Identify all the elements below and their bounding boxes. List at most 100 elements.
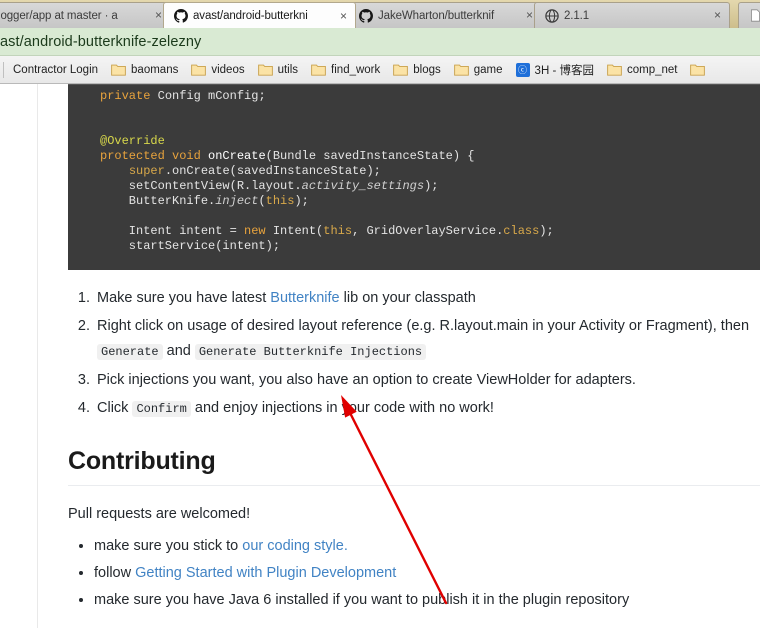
inline-code: Confirm [132,401,191,417]
tab-close-icon[interactable]: × [336,9,351,24]
code-token: class [503,224,540,238]
code-token: ButterKnife. [100,194,216,208]
inline-text: Make sure you have latest [97,290,271,306]
page-left-rail [37,84,38,628]
tab-title: avast/android-butterkni [193,10,308,22]
folder-icon [111,63,126,76]
bookmark-item-4[interactable]: utils [252,59,304,81]
bookmark-label: videos [211,63,245,76]
browser-tab-5[interactable] [738,2,760,28]
inline-text: Click [97,400,133,416]
code-token: this [323,224,353,238]
bookmark-item-8[interactable]: ⓒ 3H - 博客园 [510,59,600,81]
bookmark-item-10[interactable] [684,59,716,81]
code-token: Intent( [265,224,324,238]
address-url-text[interactable]: ast/android-butterknife-zelezny [0,34,201,50]
bookmark-label: 3H - 博客园 [534,64,594,77]
code-token: setContentView(R.layout. [100,179,302,193]
usage-steps-list: Make sure you have latest Butterknife li… [68,270,760,422]
browser-tab-3[interactable]: JakeWharton/butterknif × [348,2,542,28]
bookmark-item-3[interactable]: videos [185,59,250,81]
contributing-bullet-1: make sure you stick to our coding style. [94,533,760,560]
code-token: .onCreate(savedInstanceState); [164,164,381,178]
bookmark-label: baomans [131,63,179,76]
bookmark-label: find_work [331,63,381,76]
inline-text: then [720,318,750,334]
inline-text: follow [94,565,136,581]
bookmark-item-6[interactable]: blogs [387,59,447,81]
code-line: private Config mConfig; [68,89,760,104]
code-token: ); [424,179,439,193]
code-token: Config mConfig; [150,89,266,103]
code-token: ); [539,224,554,238]
bookmark-item-1[interactable]: Contractor Login [7,59,104,81]
inline-code: Generate Butterknife Injections [194,344,427,360]
code-line: protected void onCreate(Bundle savedInst… [68,149,760,164]
tab-title: 2.1.1 [564,9,590,22]
contributing-bullets-list: make sure you stick to our coding style.… [68,525,760,614]
code-line: @Override [68,134,760,149]
site-icon: ⓒ [515,62,530,77]
bookmark-item-7[interactable]: game [448,59,509,81]
page-viewport: private Config mConfig; @Override protect… [0,84,760,628]
tab-strip: logger/app at master · a × avast/android-b… [0,0,760,28]
bookmark-item-9[interactable]: comp_net [601,59,684,81]
code-token: onCreate [208,149,266,163]
browser-tab-1[interactable]: logger/app at master · a × [0,2,171,28]
github-octocat-icon [173,9,188,24]
code-token: private [100,89,151,103]
bookmark-item-2[interactable]: baomans [105,59,184,81]
code-line: super.onCreate(savedInstanceState); [68,164,760,179]
address-bar[interactable]: ast/android-butterknife-zelezny [0,28,760,56]
code-token: inject [215,194,259,208]
globe-icon [544,8,559,23]
folder-icon [453,63,469,76]
bookmark-label: blogs [413,63,441,76]
folder-icon [393,63,409,76]
bookmark-item-5[interactable]: find_work [305,59,386,81]
folder-icon [311,63,326,76]
code-token: startService(intent); [100,239,281,253]
code-line: ButterKnife.inject(this); [68,194,760,209]
browser-tab-4[interactable]: 2.1.1 × [534,2,730,28]
bookmark-label: comp_net [626,63,678,76]
inline-text: Pick injections you want, you also have … [97,372,636,388]
code-token: ( [258,194,266,208]
bookmarks-separator [3,61,4,78]
inline-link[interactable]: Butterknife [270,290,339,306]
code-token: Intent intent = [100,224,245,238]
code-token: ); [294,194,309,208]
inline-text: and enjoy injections in your code with n… [190,400,494,416]
github-octocat-icon [358,8,373,23]
contributing-heading: Contributing [68,447,216,475]
code-token: super [128,164,165,178]
inline-text: and [162,343,195,359]
code-token: void [172,149,201,163]
code-token: protected [100,149,165,163]
inline-text: make sure you stick to [94,538,243,554]
inline-link[interactable]: Getting Started with Plugin Development [135,565,396,581]
browser-chrome: logger/app at master · a × avast/android-b… [0,0,760,84]
bookmark-label: utils [277,63,299,76]
tab-title: JakeWharton/butterknif [378,9,495,22]
code-token: , GridOverlayService. [352,224,504,238]
code-line: setContentView(R.layout.activity_setting… [68,179,760,194]
usage-step-1: Make sure you have latest Butterknife li… [94,286,760,311]
tab-close-icon[interactable]: × [710,8,725,23]
code-token: activity_settings [301,179,425,193]
folder-icon [607,63,622,76]
browser-tab-2[interactable]: avast/android-butterkni × [163,2,356,28]
usage-step-3: Pick injections you want, you also have … [94,368,760,393]
contributing-bullet-3: make sure you have Java 6 installed if y… [94,587,760,614]
code-line: Intent intent = new Intent(this, GridOve… [68,224,760,239]
inline-link[interactable]: our coding style. [242,538,348,554]
code-token: (Bundle savedInstanceState) { [265,149,475,163]
bookmark-label: game [473,63,503,76]
folder-icon [257,63,273,76]
code-token: new [244,224,266,238]
bookmark-label: Contractor Login [13,63,99,76]
